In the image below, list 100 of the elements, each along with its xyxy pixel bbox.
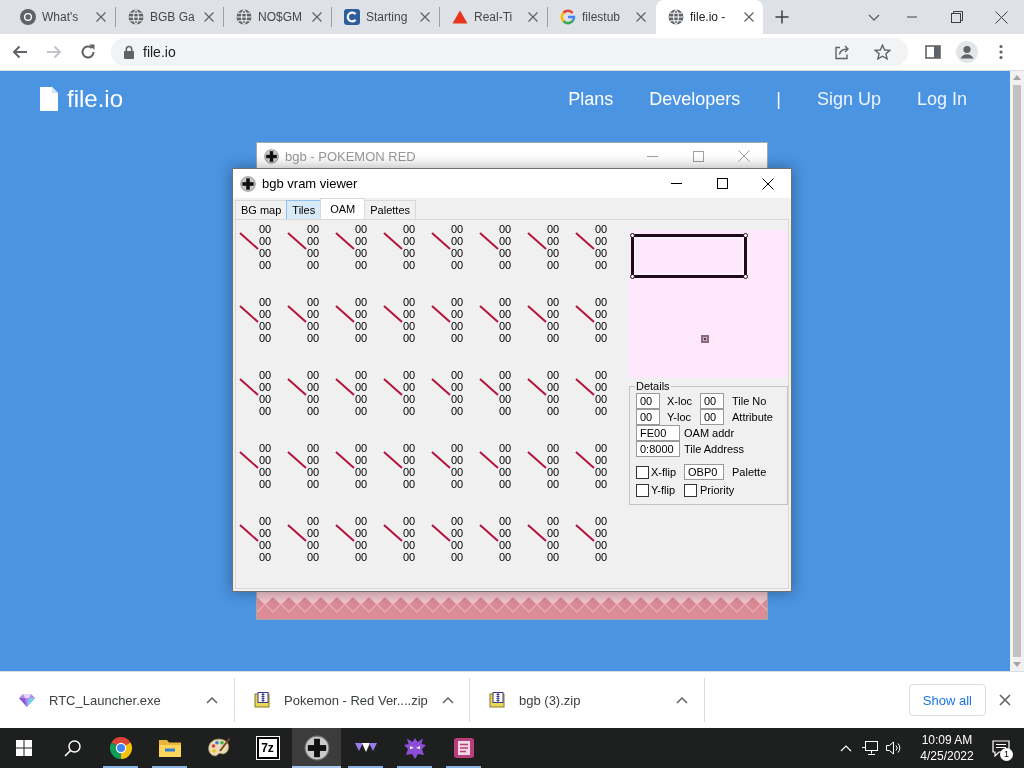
oam-value: 00	[451, 320, 464, 332]
oam-value: 00	[403, 235, 416, 247]
browser-tab[interactable]: filestub	[548, 0, 655, 34]
selection-frame[interactable]	[630, 233, 748, 279]
download-item[interactable]: Pokemon - Red Ver....zip	[235, 672, 469, 728]
oam-value: 00	[355, 308, 368, 320]
oam-value: 00	[403, 393, 416, 405]
checkbox[interactable]	[684, 483, 697, 497]
oam-value: 00	[499, 442, 512, 454]
star-icon[interactable]	[873, 43, 891, 61]
value-field[interactable]: OBP0	[684, 464, 724, 480]
value-field[interactable]: 00	[700, 409, 724, 425]
scrollbar-thumb[interactable]	[1013, 85, 1021, 657]
oam-value: 00	[355, 320, 368, 332]
diagonal-line-icon	[527, 232, 547, 250]
diagonal-line-icon	[575, 305, 595, 323]
browser-tab[interactable]: file.io -	[656, 0, 763, 34]
oam-value: 00	[403, 442, 416, 454]
caret-up-icon[interactable]	[676, 696, 688, 704]
value-field[interactable]: 00	[636, 409, 660, 425]
oam-value: 00	[595, 539, 608, 551]
oam-value: 00	[403, 515, 416, 527]
browser-tab[interactable]: BGB Ga	[116, 0, 223, 34]
browser-tab[interactable]: NO$GM	[224, 0, 331, 34]
browser-tab[interactable]: Real-Ti	[440, 0, 547, 34]
oam-value: 00	[547, 442, 560, 454]
close-icon[interactable]	[999, 694, 1011, 706]
diagonal-line-icon	[239, 378, 259, 396]
network-icon[interactable]	[861, 740, 879, 756]
oam-value: 00	[595, 320, 608, 332]
oam-value: 00	[355, 466, 368, 478]
close-icon[interactable]	[995, 10, 1008, 24]
show-all-button[interactable]: Show all	[908, 684, 986, 716]
oam-value: 00	[355, 247, 368, 259]
browser-tab[interactable]: Starting	[332, 0, 439, 34]
checkbox[interactable]	[636, 465, 649, 479]
value-field[interactable]: 00	[700, 393, 724, 409]
value-field[interactable]: 0:8000	[636, 441, 680, 457]
oam-value: 00	[499, 235, 512, 247]
viewer-tab[interactable]: BG map	[235, 200, 288, 219]
browser-tab[interactable]: What's	[8, 0, 115, 34]
oam-value: 00	[307, 442, 320, 454]
oam-value: 00	[499, 369, 512, 381]
diagonal-line-icon	[431, 378, 451, 396]
reload-icon[interactable]	[79, 43, 97, 61]
oam-value: 00	[259, 551, 272, 563]
field-label: OAM addr	[683, 426, 735, 440]
viewer-tab[interactable]: OAM	[320, 198, 366, 219]
diagonal-line-icon	[431, 524, 451, 542]
clock-time[interactable]: 10:09 AM	[921, 732, 973, 748]
restore-icon[interactable]	[950, 11, 963, 23]
archive-icon	[489, 692, 505, 708]
share-icon[interactable]	[834, 44, 850, 60]
oam-value: 00	[499, 393, 512, 405]
oam-value: 00	[355, 296, 368, 308]
download-item[interactable]: RTC_Launcher.exe	[0, 672, 234, 728]
oam-value: 00	[595, 308, 608, 320]
chevron-up-icon[interactable]	[840, 744, 852, 752]
address-bar[interactable]: file.io	[111, 38, 908, 66]
caret-up-icon[interactable]	[441, 696, 454, 704]
volume-icon[interactable]	[885, 740, 903, 756]
diagonal-line-icon	[287, 232, 307, 250]
diagonal-line-icon	[383, 524, 403, 542]
diagonal-line-icon	[239, 232, 259, 250]
oam-value: 00	[547, 539, 560, 551]
more-menu-icon[interactable]	[999, 44, 1003, 60]
scrollbar[interactable]	[1010, 71, 1024, 671]
plus-icon[interactable]	[774, 9, 790, 25]
sidebar-icon[interactable]	[925, 44, 941, 60]
oam-value: 00	[595, 405, 608, 417]
oam-value: 00	[547, 515, 560, 527]
profile-icon[interactable]	[956, 41, 978, 63]
taskbar-button[interactable]: 7z	[243, 728, 292, 768]
oam-value: 00	[259, 259, 272, 271]
value-field[interactable]: 00	[636, 393, 660, 409]
back-arrow-icon[interactable]	[11, 43, 29, 61]
oam-value: 00	[499, 539, 512, 551]
checkbox[interactable]	[636, 483, 649, 497]
globe-icon	[236, 9, 252, 25]
taskbar-button[interactable]	[292, 728, 341, 768]
maximize-icon[interactable]	[716, 178, 728, 189]
caret-up-icon[interactable]	[206, 696, 218, 704]
field-label: Palette	[731, 465, 767, 479]
oam-value: 00	[499, 381, 512, 393]
notifications-icon[interactable]	[992, 739, 1010, 757]
download-item[interactable]: bgb (3).zip	[470, 672, 704, 728]
viewer-tab[interactable]: Tiles	[286, 200, 322, 219]
oam-value: 00	[403, 308, 416, 320]
diagonal-line-icon	[527, 451, 547, 469]
value-field[interactable]: FE00	[636, 425, 680, 441]
file-icon	[40, 87, 58, 111]
viewer-tab[interactable]: Palettes	[364, 200, 416, 219]
oam-value: 00	[259, 515, 272, 527]
oam-value: 00	[451, 551, 464, 563]
close-icon[interactable]	[762, 177, 774, 190]
clock-date[interactable]: 4/25/2022	[920, 748, 974, 764]
oam-value: 00	[451, 259, 464, 271]
diagonal-line-icon	[383, 305, 403, 323]
oam-value: 00	[451, 527, 464, 539]
diagonal-line-icon	[287, 305, 307, 323]
